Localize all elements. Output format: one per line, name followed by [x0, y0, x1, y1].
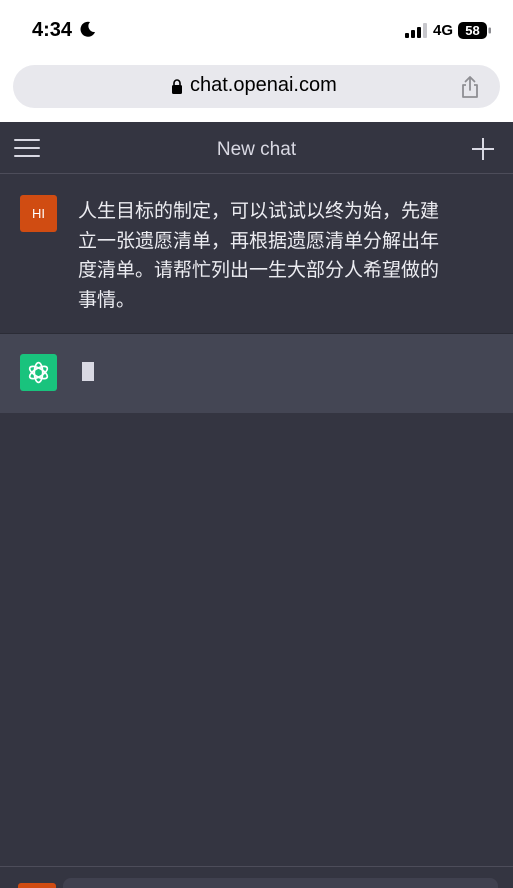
- assistant-message-row: [0, 334, 513, 413]
- new-chat-plus-icon[interactable]: [472, 138, 494, 160]
- moon-icon: [80, 21, 95, 37]
- user-avatar: HI: [20, 195, 57, 232]
- user-message-text: 人生目标的制定，可以试试以终为始，先建立一张遗愿清单，再根据遗愿清单分解出年度清…: [78, 200, 440, 311]
- bottom-divider: [0, 866, 513, 867]
- openai-logo-icon: [28, 361, 49, 384]
- chat-title: New chat: [216, 139, 297, 160]
- network-type: 4G: [433, 22, 454, 39]
- browser-chrome: 4:34 4G 58 chat.openai.com: [0, 0, 513, 122]
- address-bar[interactable]: chat.openai.com: [13, 65, 500, 108]
- chat-header: New chat: [0, 122, 513, 174]
- url-text: chat.openai.com: [190, 74, 337, 96]
- lock-icon: [172, 79, 182, 94]
- user-message-row: HI 人生目标的制定，可以试试以终为始，先建立一张遗愿清单，再根据遗愿清单分解出…: [0, 175, 513, 334]
- bottom-user-avatar: [18, 883, 56, 888]
- signal-icon: [405, 23, 427, 38]
- status-time: 4:34: [32, 19, 73, 41]
- assistant-avatar: [20, 354, 57, 391]
- share-icon[interactable]: [460, 75, 480, 99]
- battery-level: 58: [465, 23, 480, 38]
- typing-cursor: [82, 362, 94, 381]
- message-input[interactable]: [63, 878, 498, 888]
